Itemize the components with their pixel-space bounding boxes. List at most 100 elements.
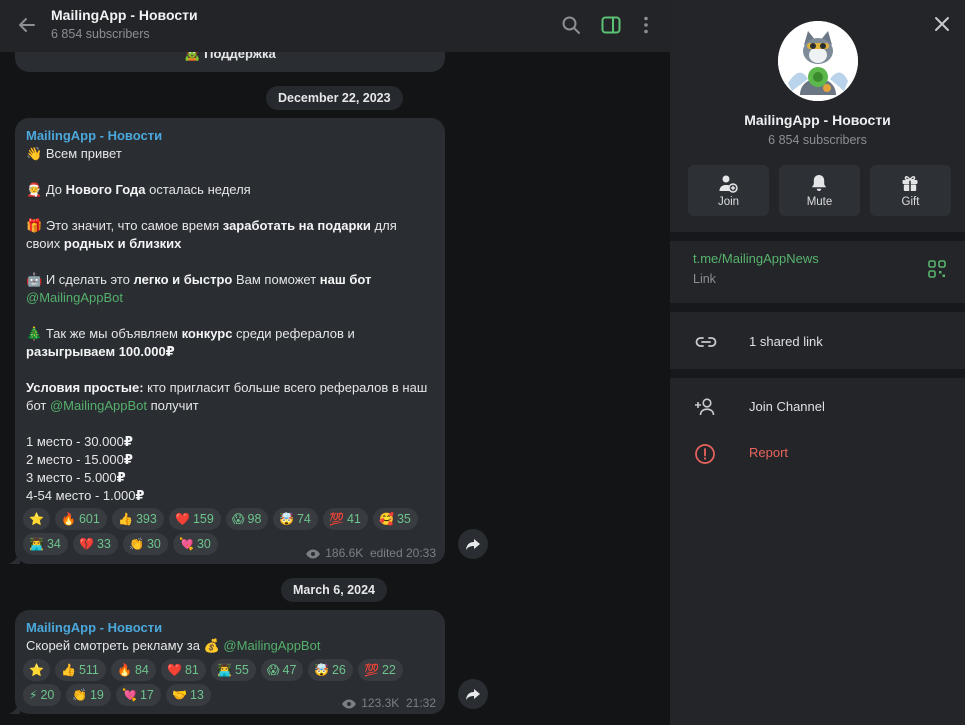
views-count: 186.6K — [325, 546, 364, 560]
message-line — [26, 163, 435, 181]
reaction-chip[interactable]: 💘 30 — [173, 533, 218, 555]
reaction-chip[interactable]: 👍 511 — [55, 659, 106, 681]
close-icon[interactable] — [932, 14, 952, 34]
reaction-chip[interactable]: ❤️ 81 — [161, 659, 206, 681]
message-sender[interactable]: MailingApp - Новости — [26, 128, 162, 143]
message-time: edited 20:33 — [369, 546, 436, 560]
message-line — [26, 307, 435, 325]
paid-star-reaction[interactable]: ⭐ — [23, 659, 50, 681]
back-arrow-icon[interactable] — [14, 12, 40, 38]
report-row[interactable]: Report — [670, 435, 965, 471]
message-line: Скорей смотреть рекламу за 💰 @MailingApp… — [26, 637, 435, 655]
reaction-emoji-icon: 💘 — [122, 688, 137, 702]
text-fragment: 1 место - 30.000 — [26, 434, 124, 449]
reaction-chip[interactable]: 🤯 74 — [273, 508, 318, 530]
reaction-chip[interactable]: 🥰 35 — [373, 508, 418, 530]
reaction-count: 98 — [247, 512, 262, 526]
mute-button[interactable]: Mute — [779, 165, 860, 216]
reaction-emoji-icon: ❤️ — [175, 512, 190, 526]
channel-link[interactable]: t.me/MailingAppNews — [693, 251, 819, 266]
reaction-emoji-icon: 👏 — [72, 688, 87, 702]
bot-mention-link[interactable]: @MailingAppBot — [50, 398, 147, 413]
reaction-count: 19 — [89, 688, 104, 702]
gift-label: Gift — [901, 196, 920, 208]
text-fragment: И сделать это — [45, 272, 134, 287]
reaction-chip[interactable]: 😱 98 — [226, 508, 269, 530]
message-line: 4-54 место - 1.000₽ — [26, 487, 435, 505]
date-separator: March 6, 2024 — [281, 578, 387, 602]
reaction-chip[interactable]: 👨‍💻 55 — [211, 659, 256, 681]
text-fragment: кто пригласит больше всего рефералов в н… — [143, 380, 428, 395]
join-channel-row[interactable]: Join Channel — [670, 389, 965, 425]
chat-title[interactable]: MailingApp - Новости — [51, 7, 198, 23]
join-channel-label: Join Channel — [749, 399, 825, 414]
reaction-chip[interactable]: ❤️ 159 — [169, 508, 221, 530]
text-fragment: ₽ — [123, 434, 133, 449]
message-line: разыгрываем 100.000₽ — [26, 343, 435, 361]
views-count: 123.3K — [361, 696, 400, 710]
message-sender[interactable]: MailingApp - Новости — [26, 620, 162, 635]
reaction-count: 17 — [139, 688, 154, 702]
reaction-chip[interactable]: 👍 393 — [112, 508, 164, 530]
text-fragment: 2 место - 15.000 — [26, 452, 124, 467]
paid-star-reaction[interactable]: ⭐ — [23, 508, 50, 530]
message-line: @MailingAppBot — [26, 289, 435, 307]
chat-area: MailingApp - Новости 6 854 subscribers 🧟… — [0, 0, 670, 725]
channel-avatar[interactable] — [778, 21, 858, 101]
reaction-count: 84 — [134, 663, 149, 677]
message-line: 🤖 И сделать это легко и быстро Вам помож… — [26, 271, 435, 289]
emoji-icon: 🧑‍🎄 — [26, 182, 46, 197]
reaction-chip[interactable]: 👏 30 — [123, 533, 168, 555]
search-icon[interactable] — [559, 13, 583, 37]
text-fragment: 💰 — [203, 638, 224, 653]
reaction-count: 55 — [234, 663, 249, 677]
text-fragment: наш бот — [319, 272, 372, 287]
reaction-chip[interactable]: ⚡ 20 — [23, 684, 62, 706]
reaction-chip[interactable]: 👨‍💻 34 — [23, 533, 68, 555]
reaction-chip[interactable]: 😱 47 — [261, 659, 304, 681]
reaction-chip[interactable]: 🔥 601 — [55, 508, 107, 530]
reaction-chip[interactable]: 🔥 84 — [111, 659, 156, 681]
text-fragment: ₽ — [135, 488, 145, 503]
gift-button[interactable]: Gift — [870, 165, 951, 216]
reaction-emoji-icon: 🔥 — [117, 663, 132, 677]
forward-button[interactable] — [458, 529, 488, 559]
forward-button[interactable] — [458, 679, 488, 709]
reaction-emoji-icon: 🔥 — [61, 512, 76, 526]
reaction-emoji-icon: 👨‍💻 — [217, 663, 232, 677]
text-fragment: До — [45, 182, 66, 197]
text-fragment: для — [370, 218, 397, 233]
reaction-count: 13 — [189, 688, 204, 702]
message-line: 2 место - 15.000₽ — [26, 451, 435, 469]
views-icon — [306, 549, 321, 559]
text-fragment: получит — [147, 398, 199, 413]
reaction-chip[interactable]: 💯 41 — [323, 508, 368, 530]
reaction-count: 22 — [381, 663, 396, 677]
channel-link-label: Link — [693, 272, 716, 286]
text-fragment: бот — [26, 398, 50, 413]
divider — [670, 232, 965, 241]
reaction-emoji-icon: ⭐ — [29, 512, 44, 526]
reaction-count: 47 — [282, 663, 297, 677]
more-options-icon[interactable] — [634, 13, 658, 37]
reaction-emoji-icon: ⭐ — [29, 663, 44, 677]
bot-mention-link[interactable]: @MailingAppBot — [223, 638, 320, 653]
reaction-emoji-icon: 👨‍💻 — [29, 537, 44, 551]
reaction-chip[interactable]: 🤯 26 — [308, 659, 353, 681]
link-icon — [695, 337, 717, 347]
add-user-icon — [719, 175, 738, 193]
message-line: бот @MailingAppBot получит — [26, 397, 435, 415]
join-button[interactable]: Join — [688, 165, 769, 216]
telegram-window: MailingApp - Новости 6 854 subscribers 🧟… — [0, 0, 965, 725]
reaction-chip[interactable]: 💔 33 — [73, 533, 118, 555]
reaction-chip[interactable]: 👏 19 — [66, 684, 111, 706]
shared-links-row[interactable]: 1 shared link — [670, 324, 965, 360]
reaction-chip[interactable]: 💯 22 — [358, 659, 403, 681]
reaction-emoji-icon: 🤯 — [279, 512, 294, 526]
reaction-chip[interactable]: 💘 17 — [116, 684, 161, 706]
qr-code-icon[interactable] — [928, 260, 946, 278]
reaction-chip[interactable]: 🤝 13 — [166, 684, 211, 706]
divider — [670, 303, 965, 312]
sidebar-toggle-icon[interactable] — [599, 13, 623, 37]
bot-mention-link[interactable]: @MailingAppBot — [26, 290, 123, 305]
